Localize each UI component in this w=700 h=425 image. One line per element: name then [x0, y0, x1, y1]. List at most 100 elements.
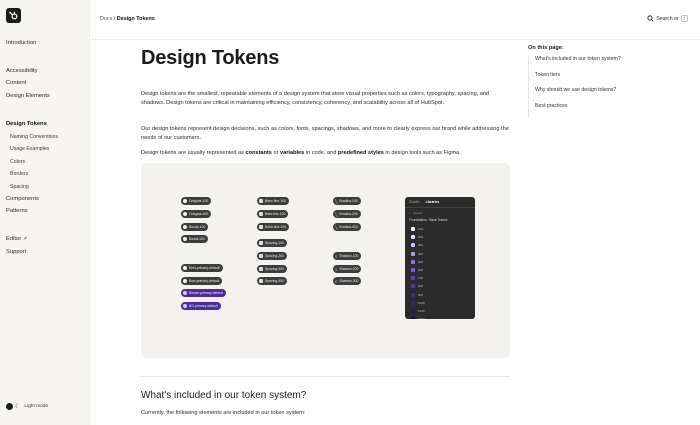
top-header: Docs / Design Tokens Search or / — [90, 0, 700, 40]
table-of-contents: On this page: What's included in our tok… — [528, 45, 688, 118]
sidebar-item-spacing[interactable]: Spacing — [10, 184, 29, 190]
token-chip: Bder-line-100 — [257, 210, 289, 218]
swatch-row: 1200 — [405, 315, 475, 319]
swatch-row: 1100 — [405, 307, 475, 315]
breadcrumb-separator: / — [113, 16, 116, 22]
swatch-label: 900 — [418, 292, 424, 297]
swatch-label: 1100 — [418, 308, 425, 313]
search-button[interactable]: Search or / — [647, 15, 688, 22]
swatch-label: 600 — [418, 268, 424, 273]
color-swatch — [411, 284, 415, 289]
toc-item-included[interactable]: What's included in our token system? — [535, 56, 688, 72]
library-panel: Charter Libraries ⌕ Search Foundations · B… — [405, 197, 475, 319]
swatch-label: 1200 — [418, 317, 425, 319]
search-label: Search or — [656, 15, 679, 22]
swatch-row: 100 — [405, 225, 475, 233]
swatch-label: 700 — [418, 276, 424, 281]
sidebar-item-accessibility[interactable]: Accessibility — [6, 68, 38, 74]
sidebar-item-label: Editor — [6, 236, 22, 242]
token-chip: BG-primary-default — [181, 302, 221, 310]
token-chip: Grisglas-400 — [181, 210, 212, 218]
swatch-row: 500 — [405, 258, 475, 266]
token-chip: Bow-primary-default — [181, 277, 223, 285]
swatch-label: 800 — [418, 284, 424, 289]
swatch-row: 200 — [405, 233, 475, 241]
theme-dot-icon — [6, 403, 13, 410]
token-chip: Best-primary-default — [181, 264, 223, 272]
token-chip: Bowal-100 — [181, 235, 209, 243]
color-swatch — [411, 317, 415, 319]
color-swatch — [411, 276, 415, 281]
sidebar-item-introduction[interactable]: Introduction — [6, 40, 36, 46]
sidebar-item-content[interactable]: Content — [6, 80, 26, 86]
swatch-label: 300 — [418, 243, 424, 248]
sidebar-item-colors[interactable]: Colors — [10, 159, 25, 165]
token-chip: Spacing-200 — [257, 252, 288, 260]
token-chip: Border-primary-default — [181, 289, 226, 297]
swatch-row: 700 — [405, 274, 475, 282]
section-paragraph: Currently, the following elements are in… — [141, 410, 306, 416]
toc-item-token-tiers[interactable]: Token tiers — [535, 72, 688, 88]
swatch-row: 1000 — [405, 299, 475, 307]
sidebar-item-editor[interactable]: Editor ↗ — [6, 236, 27, 242]
color-swatch — [411, 259, 415, 264]
sidebar-item-usage-examples[interactable]: Usage Examples — [10, 146, 49, 152]
token-chip: ≡ Shadow-300 — [333, 277, 362, 285]
token-chip: Spacing-100 — [257, 239, 288, 247]
section-divider — [141, 376, 510, 377]
panel-crumb-foundations: Foundations — [409, 218, 427, 222]
token-chip: ╲ Bradius-400 — [333, 223, 361, 231]
breadcrumb-current: Design Tokens — [116, 16, 155, 22]
sidebar-item-naming-conventions[interactable]: Naming Conventions — [10, 134, 58, 140]
toc-list: What's included in our token system? Tok… — [528, 56, 688, 118]
panel-tab-charter: Charter — [409, 200, 420, 204]
swatch-label: 100 — [418, 227, 424, 232]
hubspot-logo-icon[interactable] — [6, 8, 21, 23]
section-heading: What's included in our token system? — [141, 390, 307, 401]
token-chip: Bdeb-line-100 — [257, 223, 290, 231]
sidebar-item-components[interactable]: Components — [6, 196, 39, 202]
sidebar-item-support[interactable]: Support — [6, 249, 26, 255]
theme-label: Light mode — [24, 404, 49, 409]
token-chip: Grisglas-100 — [181, 197, 212, 205]
swatch-label: 400 — [418, 251, 424, 256]
color-swatch — [411, 251, 415, 256]
toc-item-best-practices[interactable]: Best practices — [535, 103, 688, 119]
swatch-row: 900 — [405, 291, 475, 299]
color-swatch — [411, 300, 415, 305]
color-swatch — [411, 308, 415, 313]
panel-search: Search — [412, 211, 423, 215]
sidebar-item-design-elements[interactable]: Design Elements — [6, 93, 50, 99]
sidebar-item-patterns[interactable]: Patterns — [6, 208, 28, 214]
page-title: Design Tokens — [141, 47, 280, 69]
swatch-label: 200 — [418, 235, 424, 240]
token-chip: ≡ Shadow-200 — [333, 265, 362, 273]
breadcrumb: Docs / Design Tokens — [100, 16, 155, 22]
token-chip: ╲ Bradius-200 — [333, 210, 361, 218]
external-link-icon: ↗ — [22, 236, 27, 242]
swatch-label: 500 — [418, 259, 424, 264]
moon-icon: ☾ — [15, 404, 21, 410]
color-swatch — [411, 292, 415, 297]
swatch-row: 800 — [405, 282, 475, 290]
tokens-illustration: Grisglas-100 Grisglas-400 Boxdy-100 Bowa… — [141, 163, 510, 358]
toc-title: On this page: — [528, 45, 564, 51]
intro-paragraph: Design tokens are the smallest, repeatab… — [141, 91, 490, 106]
sidebar-item-borders[interactable]: Borders — [10, 171, 28, 177]
panel-swatch-list: 100 200 300 400 500 600 700 800 900 1000 1100 1200 — [405, 225, 475, 319]
theme-toggle[interactable]: ☾ Light mode — [6, 403, 48, 410]
breadcrumb-docs[interactable]: Docs — [100, 16, 112, 22]
sidebar: Introduction Accessibility Content Desig… — [0, 0, 90, 425]
panel-tab-libraries: Libraries — [425, 200, 440, 204]
token-chip: ╲ Bradius-100 — [333, 197, 361, 205]
color-swatch — [411, 235, 415, 240]
toc-item-why-use[interactable]: Why should we use design tokens? — [535, 87, 688, 103]
panel-crumb-base-tokens: Base Tokens — [429, 218, 448, 222]
sidebar-item-design-tokens[interactable]: Design Tokens — [6, 121, 47, 127]
representation-paragraph: Design tokens are usually represented as… — [141, 150, 461, 156]
token-chip: Boxdy-100 — [181, 223, 209, 231]
color-swatch — [411, 268, 415, 273]
color-swatch — [411, 243, 415, 248]
search-shortcut: / — [680, 15, 688, 22]
search-icon — [647, 15, 654, 22]
